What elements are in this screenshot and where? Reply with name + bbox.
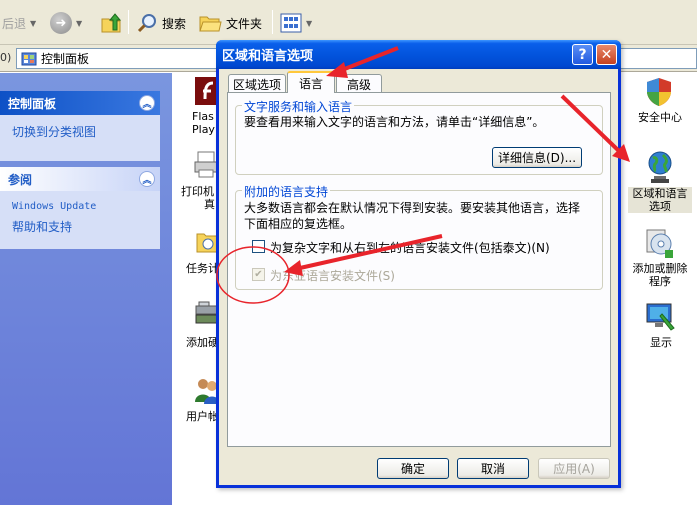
up-folder-icon — [101, 13, 122, 33]
search-icon — [137, 14, 156, 33]
add-remove-programs-item[interactable] — [645, 226, 675, 263]
display-label: 显示 — [650, 336, 672, 349]
views-dropdown-icon[interactable]: ▼ — [306, 19, 312, 28]
apply-button[interactable]: 应用(A) — [538, 458, 610, 479]
east-asian-checkbox[interactable]: ✔ — [252, 268, 265, 281]
windows-update-link[interactable]: Windows Update — [0, 191, 160, 214]
control-panel-section-header[interactable]: 控制面板 ︽ — [0, 91, 160, 115]
folder-icon — [199, 16, 222, 32]
section-title: 参阅 — [8, 172, 33, 187]
ok-button[interactable]: 确定 — [377, 458, 449, 479]
complex-script-checkbox[interactable] — [252, 240, 265, 253]
explorer-toolbar: 后退 ▼ ➜ ▼ 搜索 文件夹 ▼ — [0, 0, 697, 45]
group-description-line2: 下面相应的复选框。 — [244, 217, 353, 231]
back-dropdown-icon[interactable]: ▼ — [30, 19, 36, 28]
group-description: 要查看用来输入文字的语言和方法，请单击“详细信息”。 — [244, 115, 545, 129]
group-description-line1: 大多数语言都会在默认情况下得到安装。要安装其他语言，选择 — [244, 201, 581, 215]
add-remove-programs-label: 添加或删除 程序 — [632, 262, 688, 288]
close-button[interactable]: ✕ — [596, 44, 617, 65]
display-monitor-icon — [646, 303, 675, 331]
section-title: 控制面板 — [8, 96, 57, 111]
forward-arrow-icon: ➜ — [50, 12, 72, 34]
views-grid-icon — [280, 13, 302, 33]
supplemental-language-group: 附加的语言支持 大多数语言都会在默认情况下得到安装。要安装其他语言，选择 下面相… — [235, 183, 603, 290]
address-value: 控制面板 — [41, 52, 90, 66]
regional-language-dialog: 区域和语言选项 ? ✕ 区域选项 语言 高级 文字服务和输入语言 要查看用来输入… — [216, 40, 621, 488]
dialog-title: 区域和语言选项 — [222, 49, 314, 64]
control-panel-section: 控制面板 ︽ 切换到分类视图 — [0, 91, 160, 161]
switch-to-category-view-link[interactable]: 切换到分类视图 — [0, 115, 160, 142]
flash-player-label: Flas Play — [192, 110, 215, 136]
collapse-chevron-icon[interactable]: ︽ — [139, 95, 155, 111]
forward-dropdown-icon[interactable]: ▼ — [76, 19, 82, 28]
tab-advanced[interactable]: 高级 — [336, 74, 382, 94]
search-label: 搜索 — [162, 16, 187, 31]
see-also-section: 参阅 ︽ Windows Update 帮助和支持 — [0, 167, 160, 249]
complex-script-label[interactable]: 为复杂文字和从右到左的语言安装文件(包括泰文)(N) — [270, 239, 550, 256]
user-accounts-label: 用户帐 — [186, 410, 219, 423]
languages-tab-panel: 文字服务和输入语言 要查看用来输入文字的语言和方法，请单击“详细信息”。 详细信… — [227, 92, 611, 447]
security-center-item[interactable] — [645, 77, 673, 110]
scheduled-tasks-label: 任务计 — [186, 262, 219, 275]
folders-label: 文件夹 — [226, 16, 263, 31]
collapse-chevron-icon[interactable]: ︽ — [139, 171, 155, 187]
help-and-support-link[interactable]: 帮助和支持 — [0, 214, 160, 237]
task-pane: 控制面板 ︽ 切换到分类视图 参阅 ︽ Windows Update 帮助和支持 — [0, 73, 172, 505]
regional-language-label: 区域和语言 选项 — [628, 187, 692, 213]
globe-icon — [648, 151, 672, 183]
toolbar-separator — [272, 10, 273, 34]
scheduled-tasks-icon — [196, 233, 218, 253]
tab-languages[interactable]: 语言 — [287, 71, 335, 93]
search-button[interactable]: 搜索 — [136, 10, 186, 36]
east-asian-label: 为东亚语言安装文件(S) — [270, 269, 395, 283]
toolbar-separator — [128, 10, 129, 34]
details-button[interactable]: 详细信息(D)... — [492, 147, 582, 168]
printers-label: 打印机 真 — [181, 185, 215, 211]
security-center-label: 安全中心 — [638, 111, 682, 124]
scheduled-tasks-item[interactable] — [196, 228, 218, 259]
back-button[interactable]: 后退 ▼ — [2, 10, 36, 36]
group-title: 文字服务和输入语言 — [242, 98, 355, 115]
display-item[interactable] — [646, 302, 676, 335]
security-shield-icon — [647, 78, 671, 106]
see-also-section-header[interactable]: 参阅 ︽ — [0, 167, 160, 191]
folders-button[interactable]: 文件夹 — [198, 10, 262, 36]
up-folder-button[interactable] — [100, 10, 124, 36]
control-panel-icon — [21, 52, 37, 65]
back-label: 后退 — [2, 16, 27, 31]
text-services-group: 文字服务和输入语言 要查看用来输入文字的语言和方法，请单击“详细信息”。 详细信… — [235, 98, 603, 175]
add-hardware-label: 添加硬 — [186, 336, 219, 349]
dialog-title-bar[interactable]: 区域和语言选项 ? ✕ — [216, 40, 621, 69]
cancel-button[interactable]: 取消 — [457, 458, 529, 479]
forward-button[interactable]: ➜ ▼ — [50, 10, 82, 36]
tab-regional-options[interactable]: 区域选项 — [228, 74, 286, 94]
views-button[interactable]: ▼ — [280, 10, 312, 36]
regional-language-item[interactable] — [646, 150, 674, 187]
help-button[interactable]: ? — [572, 44, 593, 65]
address-label: 0) — [0, 51, 12, 64]
group-title: 附加的语言支持 — [242, 183, 331, 200]
add-remove-programs-icon — [646, 229, 673, 258]
